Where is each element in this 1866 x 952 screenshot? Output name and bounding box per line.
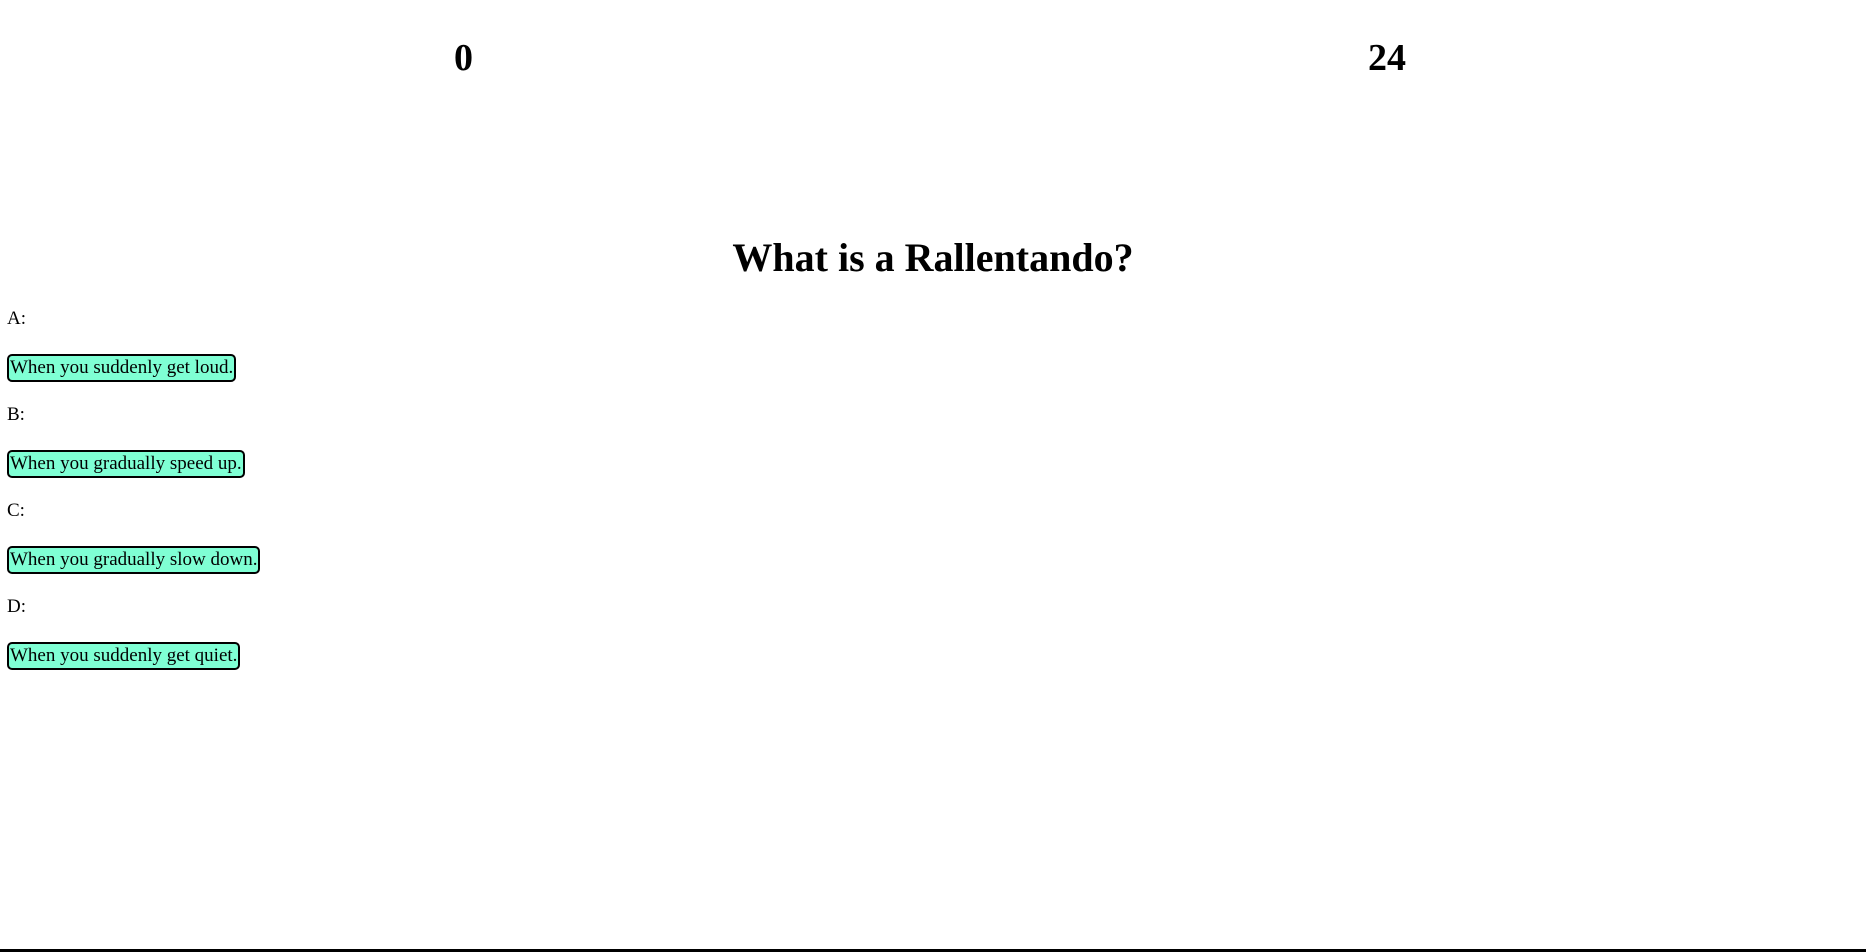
answer-b: B: When you gradually speed up. (7, 404, 260, 500)
score-right: 24 (1368, 37, 1406, 79)
answer-a-button[interactable]: When you suddenly get loud. (7, 354, 237, 382)
answer-b-button[interactable]: When you gradually speed up. (7, 450, 245, 478)
answer-d: D: When you suddenly get quiet. (7, 596, 260, 692)
question-title: What is a Rallentando? (732, 235, 1134, 280)
answer-c-label: C: (7, 500, 25, 521)
answer-d-label: D: (7, 596, 26, 617)
score-left: 0 (454, 37, 473, 79)
quiz-page: 0 24 What is a Rallentando? A: When you … (0, 0, 1866, 952)
answer-a: A: When you suddenly get loud. (7, 308, 260, 404)
answer-d-button[interactable]: When you suddenly get quiet. (7, 642, 241, 670)
answer-c-button[interactable]: When you gradually slow down. (7, 546, 261, 574)
answer-list: A: When you suddenly get loud. B: When y… (7, 308, 261, 692)
answer-a-label: A: (7, 308, 26, 329)
answer-b-label: B: (7, 404, 25, 425)
answer-c: C: When you gradually slow down. (7, 500, 261, 596)
